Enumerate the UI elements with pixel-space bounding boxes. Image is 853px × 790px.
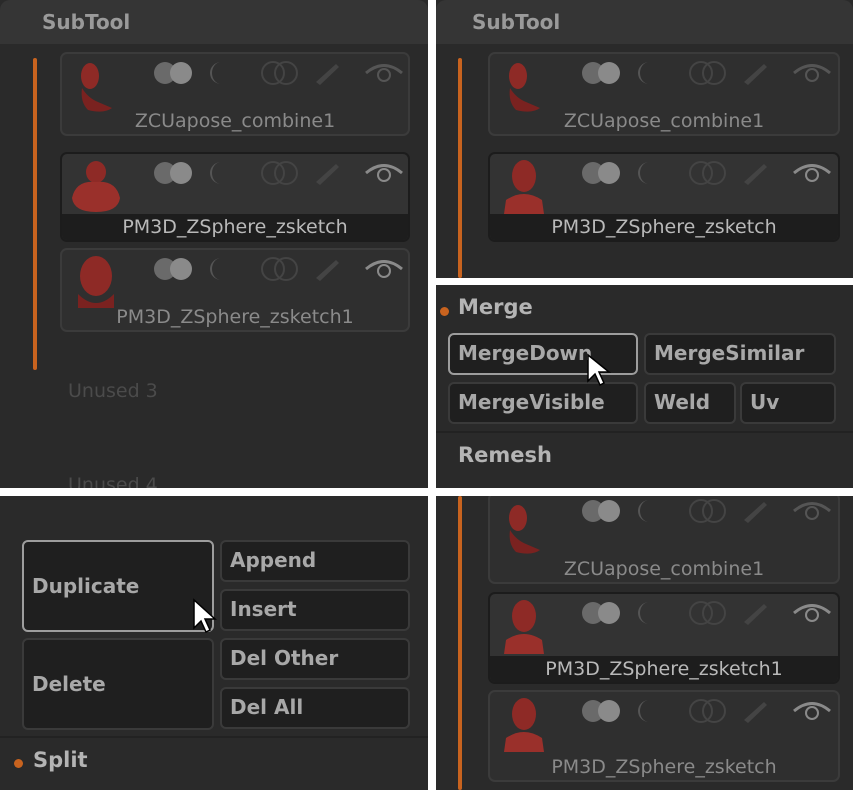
subtool-item-zsketch1[interactable]: PM3D_ZSphere_zsketch1 [60,248,410,332]
subtool-item-label: PM3D_ZSphere_zsketch [551,756,777,778]
subtool-item-label: ZCUapose_combine1 [134,110,336,132]
head-thumbnail-icon [81,63,112,112]
eye-icon[interactable] [792,160,832,190]
subtool-item-label: PM3D_ZSphere_zsketch1 [490,656,838,682]
moon-icon[interactable] [632,160,658,190]
eye-icon[interactable] [792,698,832,728]
subtool-item-zcuapose[interactable]: ZCUapose_combine1 [488,496,840,584]
brush-icon[interactable] [740,600,770,630]
eye-icon[interactable] [792,60,832,90]
subtool-item-zsketch[interactable]: PM3D_ZSphere_zsketch [488,152,840,242]
mergevisible-button[interactable]: MergeVisible [448,382,638,424]
subtool-actions-panel: Duplicate Append Insert Delete Del Other… [0,496,428,790]
mouse-cursor-icon [193,598,217,634]
subtool-item-zsketch[interactable]: PM3D_ZSphere_zsketch [488,690,840,782]
subtool-panel-right: SubTool ZCUapose_combine1 PM3D_ZSphere_z [436,0,853,278]
subtool-item-zcuapose[interactable]: ZCUapose_combine1 [60,52,410,136]
toggle-circles-icon[interactable] [152,160,196,190]
append-button[interactable]: Append [220,540,410,582]
overlap-circles-icon[interactable] [260,60,300,90]
subtool-item-zcuapose[interactable]: ZCUapose_combine1 [488,52,840,136]
bust-thumbnail-icon [504,160,544,214]
toggle-circles-icon[interactable] [152,60,196,90]
section-bullet-icon [440,307,449,316]
overlap-circles-icon[interactable] [688,498,728,528]
section-bullet-icon [14,759,23,768]
moon-icon[interactable] [632,60,658,90]
del-other-button[interactable]: Del Other [220,638,410,680]
list-scrollbar[interactable] [458,496,462,790]
moon-icon[interactable] [632,600,658,630]
moon-icon[interactable] [204,60,230,90]
bust-thumbnail-icon [504,698,544,752]
overlap-circles-icon[interactable] [688,600,728,630]
subtool-title[interactable]: SubTool [436,0,853,44]
remesh-section-title[interactable]: Remesh [458,443,552,467]
overlap-circles-icon[interactable] [688,60,728,90]
moon-icon[interactable] [632,698,658,728]
delete-button[interactable]: Delete [22,638,214,730]
head-thumbnail-icon [509,505,540,554]
bust-thumbnail-icon [504,600,544,654]
overlap-circles-icon[interactable] [260,256,300,286]
mouse-cursor-icon [587,353,612,387]
face-thumbnail-icon [78,256,114,308]
brush-icon[interactable] [312,60,342,90]
subtool-item-zsketch1[interactable]: PM3D_ZSphere_zsketch1 [488,592,840,684]
subtool-item-label: ZCUapose_combine1 [563,110,765,132]
uv-button[interactable]: Uv [740,382,836,424]
brush-icon[interactable] [312,256,342,286]
toggle-circles-icon[interactable] [152,256,196,286]
del-all-button[interactable]: Del All [220,687,410,729]
brush-icon[interactable] [740,698,770,728]
unused-slot-label: Unused 3 [68,380,158,402]
moon-icon[interactable] [632,498,658,528]
brush-icon[interactable] [312,160,342,190]
toggle-circles-icon[interactable] [580,60,624,90]
moon-icon[interactable] [204,256,230,286]
moon-icon[interactable] [204,160,230,190]
overlap-circles-icon[interactable] [688,160,728,190]
subtool-panel-left: SubTool ZCUapose_combine1 PM3D_ZSphere_z [0,0,428,488]
unused-slot-label: Unused 4 [68,474,158,488]
brush-icon[interactable] [740,60,770,90]
bust-thumbnail-icon [72,161,120,212]
toggle-circles-icon[interactable] [580,600,624,630]
list-scrollbar[interactable] [458,58,462,278]
subtool-list-result: ZCUapose_combine1 PM3D_ZSphere_zsketch1 [436,496,853,790]
toggle-circles-icon[interactable] [580,160,624,190]
overlap-circles-icon[interactable] [260,160,300,190]
eye-icon[interactable] [364,160,404,190]
eye-icon[interactable] [792,498,832,528]
eye-icon[interactable] [792,600,832,630]
brush-icon[interactable] [740,498,770,528]
section-divider [436,431,853,433]
insert-button[interactable]: Insert [220,589,410,631]
subtool-item-label: ZCUapose_combine1 [563,558,765,580]
list-scrollbar[interactable] [33,58,37,370]
mergesimilar-button[interactable]: MergeSimilar [644,333,836,375]
merge-panel: Merge MergeDown MergeSimilar MergeVisibl… [436,285,853,488]
subtool-item-label: PM3D_ZSphere_zsketch1 [116,306,354,328]
section-divider [0,736,428,738]
subtool-item-zsketch[interactable]: PM3D_ZSphere_zsketch [60,152,410,242]
overlap-circles-icon[interactable] [688,698,728,728]
subtool-title[interactable]: SubTool [0,0,428,44]
eye-icon[interactable] [364,256,404,286]
head-thumbnail-icon [509,63,540,112]
toggle-circles-icon[interactable] [580,698,624,728]
subtool-item-label: PM3D_ZSphere_zsketch [62,214,408,240]
eye-icon[interactable] [364,60,404,90]
brush-icon[interactable] [740,160,770,190]
subtool-item-label: PM3D_ZSphere_zsketch [490,214,838,240]
weld-button[interactable]: Weld [644,382,736,424]
split-section-title[interactable]: Split [33,748,88,772]
duplicate-button[interactable]: Duplicate [22,540,214,632]
merge-section-title[interactable]: Merge [458,295,533,319]
toggle-circles-icon[interactable] [580,498,624,528]
